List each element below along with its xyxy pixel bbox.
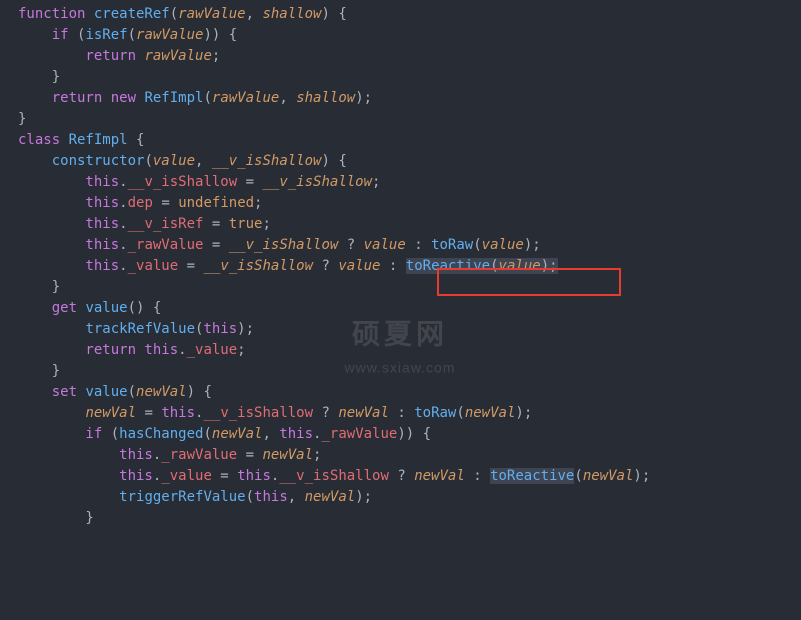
code-line: }	[18, 111, 26, 127]
code-line: this._value = this.__v_isShallow ? newVa…	[18, 468, 650, 484]
code-line: this.__v_isRef = true;	[18, 216, 271, 232]
code-line: }	[18, 69, 60, 85]
code-line: this._rawValue = newVal;	[18, 447, 321, 463]
code-line: get value() {	[18, 300, 161, 316]
code-line: constructor(value, __v_isShallow) {	[18, 153, 347, 169]
code-line: this.__v_isShallow = __v_isShallow;	[18, 174, 380, 190]
code-line: set value(newVal) {	[18, 384, 212, 400]
code-line: this.dep = undefined;	[18, 195, 262, 211]
code-line: if (hasChanged(newVal, this._rawValue)) …	[18, 426, 431, 442]
code-line: this._rawValue = __v_isShallow ? value :…	[18, 237, 541, 253]
code-line: if (isRef(rawValue)) {	[18, 27, 237, 43]
code-line: this._value = __v_isShallow ? value : to…	[18, 258, 558, 274]
code-line: trackRefValue(this);	[18, 321, 254, 337]
selected-text: toReactive	[406, 258, 490, 274]
code-line: newVal = this.__v_isShallow ? newVal : t…	[18, 405, 532, 421]
code-line: return new RefImpl(rawValue, shallow);	[18, 90, 372, 106]
code-line: }	[18, 363, 60, 379]
code-line: }	[18, 510, 94, 526]
code-line: function createRef(rawValue, shallow) {	[18, 6, 347, 22]
code-line: triggerRefValue(this, newVal);	[18, 489, 372, 505]
code-line: }	[18, 279, 60, 295]
code-line: class RefImpl {	[18, 132, 144, 148]
code-block: function createRef(rawValue, shallow) { …	[0, 0, 801, 529]
code-line: return this._value;	[18, 342, 246, 358]
code-line: return rawValue;	[18, 48, 220, 64]
